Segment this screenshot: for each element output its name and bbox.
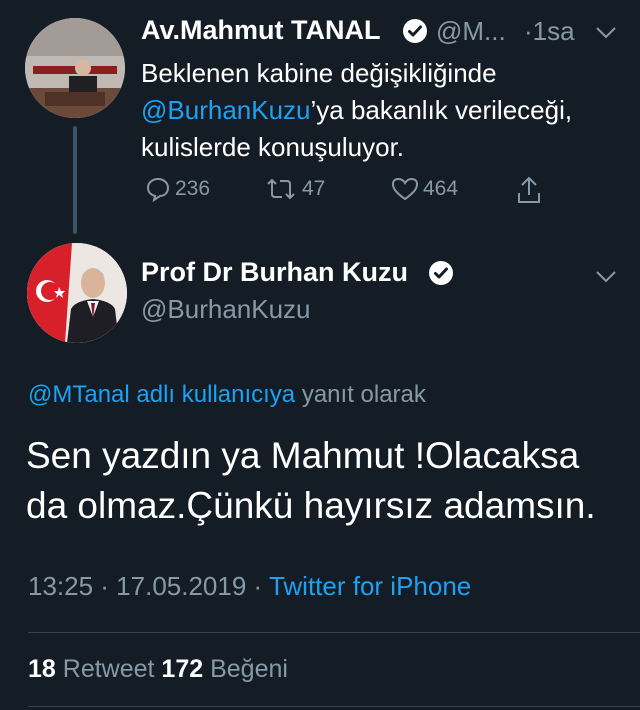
reply-count: 236 [175, 177, 211, 200]
author-name-tweet1[interactable]: Av.Mahmut TANAL [141, 15, 380, 46]
share-icon [518, 176, 540, 203]
tweet-source-link[interactable]: Twitter for iPhone [269, 571, 471, 601]
thread-line [73, 126, 77, 234]
retweet-icon [267, 178, 295, 200]
engagement-stats: 18 Retweet 172 Beğeni [28, 655, 288, 684]
tweet1-text: Beklenen kabine değişikliğinde @BurhanKuz… [141, 55, 621, 166]
timestamp-tweet1[interactable]: ·1sa [524, 16, 575, 47]
like-total[interactable]: 172 [161, 655, 203, 683]
retweet-label[interactable]: Retweet [56, 655, 162, 683]
divider [28, 632, 640, 633]
avatar-burhan-kuzu[interactable] [27, 243, 127, 343]
reply-to-suffix: yanıt olarak [295, 381, 426, 408]
retweet-total[interactable]: 18 [28, 655, 56, 683]
like-count: 464 [423, 177, 459, 200]
tweet-meta: 13:25 · 17.05.2019 · Twitter for iPhone [28, 571, 471, 602]
handle-tweet1[interactable]: @M... [436, 16, 506, 47]
like-label[interactable]: Beğeni [203, 655, 288, 683]
tweet1-text-start: Beklenen kabine değişikliğinde [141, 58, 497, 88]
tweet2-text: Sen yazdın ya Mahmut !Olacaksa da olmaz.… [26, 435, 596, 526]
verified-icon [429, 261, 453, 285]
reply-icon [146, 177, 170, 202]
tweet-timestamp: 13:25 · 17.05.2019 · [28, 571, 269, 601]
chevron-down-icon[interactable] [595, 270, 617, 284]
verified-icon [403, 19, 427, 43]
like-icon [391, 177, 419, 201]
chevron-down-icon[interactable] [595, 26, 617, 40]
author-name-tweet2[interactable]: Prof Dr Burhan Kuzu [141, 257, 408, 288]
retweet-button[interactable]: 47 [264, 176, 325, 202]
retweet-count: 47 [302, 177, 326, 200]
divider [28, 706, 640, 707]
handle-tweet2[interactable]: @BurhanKuzu [141, 294, 311, 325]
reply-button[interactable]: 236 [145, 176, 210, 202]
share-button[interactable] [515, 175, 547, 205]
avatar-mahmut-tanal[interactable] [25, 18, 125, 118]
like-button[interactable]: 464 [391, 176, 458, 202]
mention-link[interactable]: @BurhanKuzu [141, 95, 311, 125]
reply-to-link[interactable]: @MTanal adlı kullanıcıya [28, 381, 295, 408]
replying-to: @MTanal adlı kullanıcıya yanıt olarak [28, 381, 426, 409]
